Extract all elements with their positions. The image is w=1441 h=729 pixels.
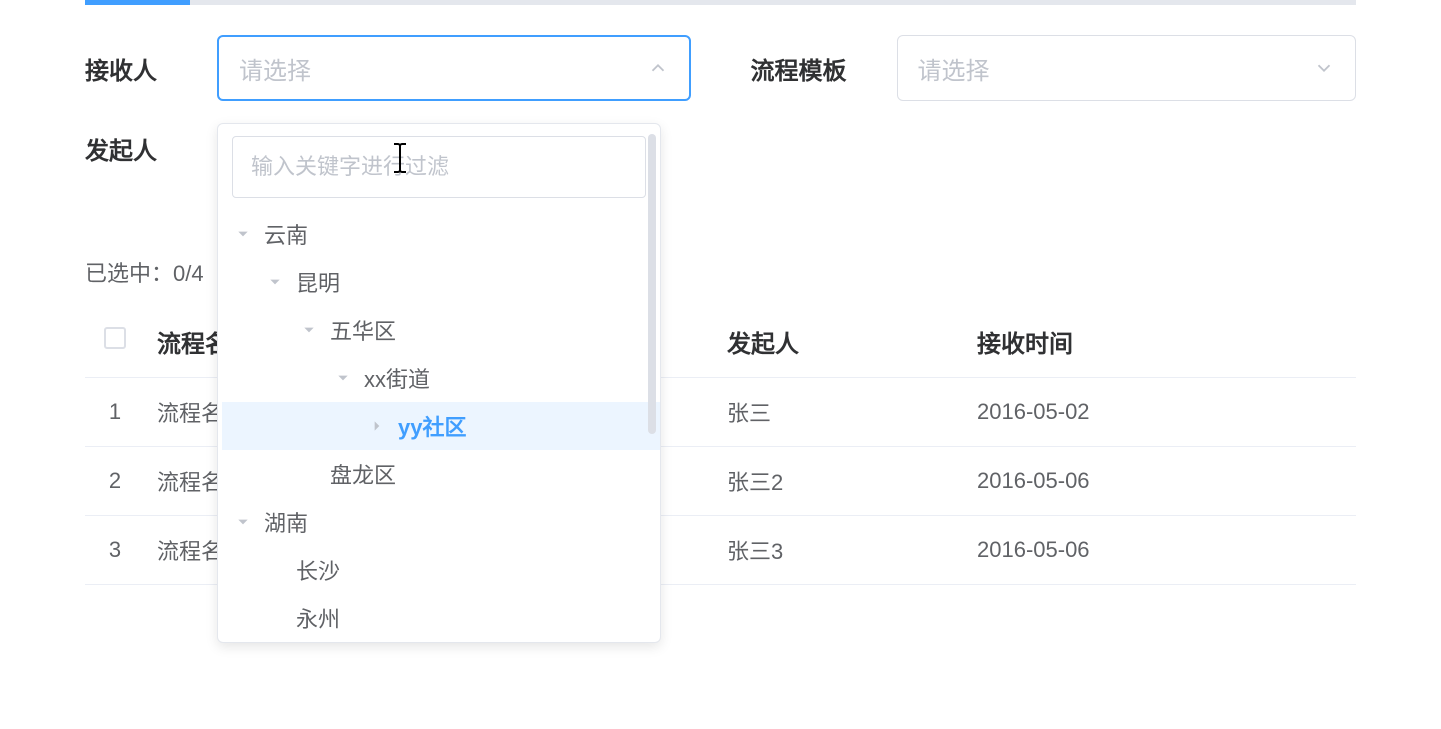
expand-down-icon[interactable] [302,323,328,337]
tree-node[interactable]: 盘龙区 [222,450,660,498]
form-item-receiver: 接收人 请选择 [85,35,691,101]
cell-receive-time: 2016-05-06 [965,516,1356,585]
receiver-placeholder: 请选择 [239,51,311,86]
tree-node[interactable]: 永州 [222,594,660,642]
header-receive-time: 接收时间 [965,306,1356,378]
cell-receive-time: 2016-05-06 [965,447,1356,516]
tree-node-label: 云南 [262,218,308,250]
template-placeholder: 请选择 [918,51,990,86]
selected-count-prefix: 已选中： [85,261,173,286]
template-select[interactable]: 请选择 [897,35,1357,101]
tree-node[interactable]: 湖南 [222,498,660,546]
header-initiator: 发起人 [715,306,965,378]
tree-node-label: 昆明 [294,266,340,298]
receiver-select[interactable]: 请选择 [217,35,691,101]
tree-node-label: 五华区 [328,314,396,346]
tree-node[interactable]: 长沙 [222,546,660,594]
template-select-wrap: 请选择 [897,35,1357,101]
tree-filter-input[interactable] [232,136,646,198]
receiver-dropdown: 云南昆明五华区 xx街道 yy社区盘龙区湖南长沙永州 [217,123,661,643]
tree-node[interactable]: 五华区 [222,306,660,354]
chevron-down-icon [1313,57,1335,79]
tree-node[interactable]: 昆明 [222,258,660,306]
cell-receive-time: 2016-05-02 [965,378,1356,447]
cell-initiator: 张三 [715,378,965,447]
row-index: 2 [85,447,145,516]
template-label: 流程模板 [751,51,847,86]
filter-row-1: 接收人 请选择 [85,35,1356,101]
tree-node[interactable]: xx街道 [222,354,660,402]
tree-node-label: 湖南 [262,506,308,538]
tree-node-label: xx街道 [362,362,430,394]
initiator-label: 发起人 [85,131,157,166]
tree-node-label: 永州 [294,602,340,634]
tree-node[interactable]: yy社区 [222,402,660,450]
expand-down-icon[interactable] [336,371,362,385]
tree-node[interactable]: 云南 [222,210,660,258]
select-all-checkbox[interactable] [104,327,126,349]
row-index: 3 [85,516,145,585]
receiver-select-wrap: 请选择 [217,35,691,101]
cell-initiator: 张三2 [715,447,965,516]
receiver-label: 接收人 [85,51,157,86]
header-checkbox-cell [85,306,145,378]
expand-down-icon[interactable] [236,515,262,529]
tree-node-label: 盘龙区 [328,458,396,490]
tabs-indicator [85,0,1356,5]
selected-count-value: 0/4 [173,261,204,286]
dropdown-scrollbar[interactable] [648,134,656,434]
expand-down-icon[interactable] [236,227,262,241]
tree-node-label: 长沙 [294,554,340,586]
org-tree: 云南昆明五华区 xx街道 yy社区盘龙区湖南长沙永州 [218,206,660,642]
cell-initiator: 张三3 [715,516,965,585]
form-item-template: 流程模板 请选择 [751,35,1357,101]
expand-right-icon[interactable] [370,419,396,433]
tree-node-label: yy社区 [396,410,466,442]
expand-down-icon[interactable] [268,275,294,289]
row-index: 1 [85,378,145,447]
chevron-up-icon [647,57,669,79]
